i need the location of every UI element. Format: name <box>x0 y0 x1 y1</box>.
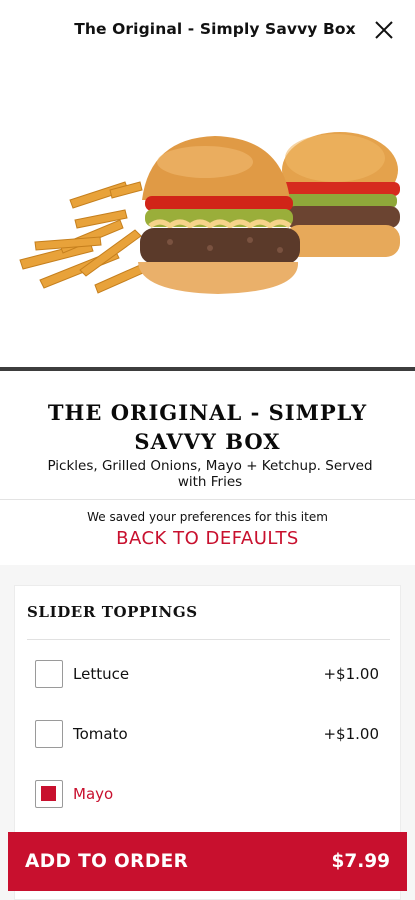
back-to-defaults-link[interactable]: BACK TO DEFAULTS <box>0 528 415 549</box>
topping-price: +$1.00 <box>323 725 379 743</box>
divider <box>0 499 415 500</box>
image-divider <box>0 367 415 371</box>
checkbox-checked[interactable] <box>35 780 63 808</box>
add-to-order-button[interactable]: ADD TO ORDER $7.99 <box>8 832 407 891</box>
checkbox[interactable] <box>35 660 63 688</box>
product-description-line1: Pickles, Grilled Onions, Mayo + Ketchup.… <box>47 458 373 474</box>
product-description-line2: with Fries <box>177 474 243 490</box>
product-description: Pickles, Grilled Onions, Mayo + Ketchup.… <box>10 458 410 490</box>
checkbox[interactable] <box>35 720 63 748</box>
order-price: $7.99 <box>331 851 390 872</box>
header: The Original - Simply Savvy Box <box>0 0 415 62</box>
topping-price: +$1.00 <box>323 665 379 683</box>
topping-label: Lettuce <box>73 665 130 683</box>
topping-option-tomato[interactable]: Tomato +$1.00 <box>35 718 385 750</box>
topping-label: Mayo <box>73 785 114 803</box>
close-button[interactable] <box>373 19 395 41</box>
toppings-divider <box>27 639 390 640</box>
product-name-line2: SAVVY BOX <box>134 429 281 454</box>
toppings-title: SLIDER TOPPINGS <box>27 603 198 621</box>
topping-option-lettuce[interactable]: Lettuce +$1.00 <box>35 658 385 690</box>
close-icon <box>375 21 393 39</box>
saved-preferences-note: We saved your preferences for this item <box>87 510 328 524</box>
sliders-and-fries-illustration <box>19 132 400 294</box>
topping-label: Tomato <box>73 725 128 743</box>
topping-option-mayo[interactable]: Mayo <box>35 778 385 810</box>
page-title: The Original - Simply Savvy Box <box>74 20 356 38</box>
product-name-line1: THE ORIGINAL - SIMPLY <box>47 400 368 425</box>
checkbox-check-mark <box>41 786 56 801</box>
product-image <box>0 70 415 368</box>
add-to-order-label: ADD TO ORDER <box>25 851 189 872</box>
product-name: THE ORIGINAL - SIMPLY SAVVY BOX <box>0 398 415 456</box>
